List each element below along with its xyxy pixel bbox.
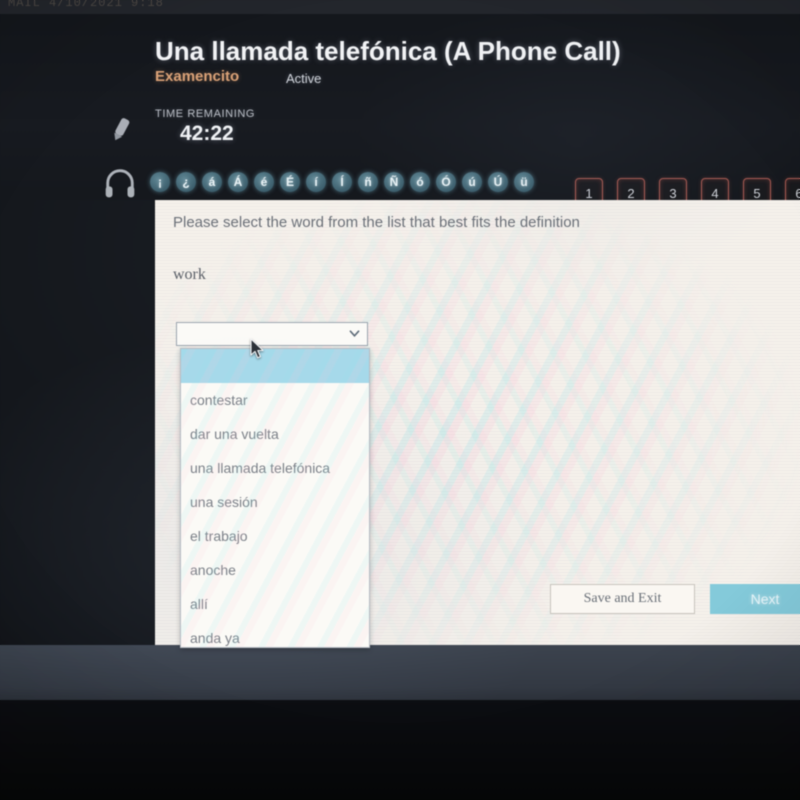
laptop-bezel: hp [0,700,800,800]
headphones-icon[interactable] [103,168,137,198]
accent-key-14[interactable]: ü [514,172,534,192]
option-item[interactable]: una sesión [181,485,369,519]
question-prompt: Please select the word from the list tha… [173,214,580,231]
quiz-header: Una llamada telefónica (A Phone Call) Ex… [0,14,800,208]
accent-key-0[interactable]: ¡ [150,172,170,192]
option-item[interactable]: el trabajo [181,519,369,553]
accent-key-3[interactable]: Á [228,172,248,192]
option-item[interactable]: anda ya [181,621,369,647]
answer-select[interactable] [176,322,368,346]
option-item[interactable] [181,349,369,383]
laptop-screen: MAIL 4/10/2021 9:18 Una llamada telefóni… [0,0,800,715]
accent-key-5[interactable]: É [280,172,300,192]
mouse-cursor [250,338,264,359]
definition-text: work [173,266,206,283]
accent-character-toolbar[interactable]: ¡ ¿ á Áé Éí Íñ Ñó Óú Úü [150,172,534,192]
accent-key-7[interactable]: Í [332,172,352,192]
accent-key-10[interactable]: ó [410,172,430,192]
next-button[interactable]: Next [710,584,800,614]
option-item[interactable]: allí [181,587,369,621]
accent-key-4[interactable]: é [254,172,274,192]
option-item[interactable]: dar una vuelta [181,417,369,451]
accent-key-11[interactable]: Ó [436,172,456,192]
accent-key-8[interactable]: ñ [358,172,378,192]
answer-option-list[interactable]: contestar dar una vuelta una llamada telef… [180,348,370,648]
pencil-icon[interactable] [105,114,135,146]
accent-key-2[interactable]: á [202,172,222,192]
status-badge: Active [286,71,322,86]
browser-top-strip: MAIL 4/10/2021 9:18 [0,0,800,14]
laptop-photo: MAIL 4/10/2021 9:18 Una llamada telefóni… [0,0,800,800]
option-item[interactable]: contestar [181,383,369,417]
accent-key-12[interactable]: ú [462,172,482,192]
accent-key-13[interactable]: Ú [488,172,508,192]
page-title: Una llamada telefónica (A Phone Call) [155,36,621,66]
browser-strip-text: MAIL 4/10/2021 9:18 [8,0,164,10]
option-item[interactable]: anoche [181,553,369,587]
chevron-down-icon [349,330,360,337]
accent-key-1[interactable]: ¿ [176,172,196,192]
time-remaining-value: 42:22 [180,122,234,145]
save-and-exit-button[interactable]: Save and Exit [550,584,695,614]
accent-key-9[interactable]: Ñ [384,172,404,192]
accent-key-6[interactable]: í [306,172,326,192]
option-item[interactable]: una llamada telefónica [181,451,369,485]
course-name: Examencito [155,68,240,85]
time-remaining-label: TIME REMAINING [155,108,256,120]
